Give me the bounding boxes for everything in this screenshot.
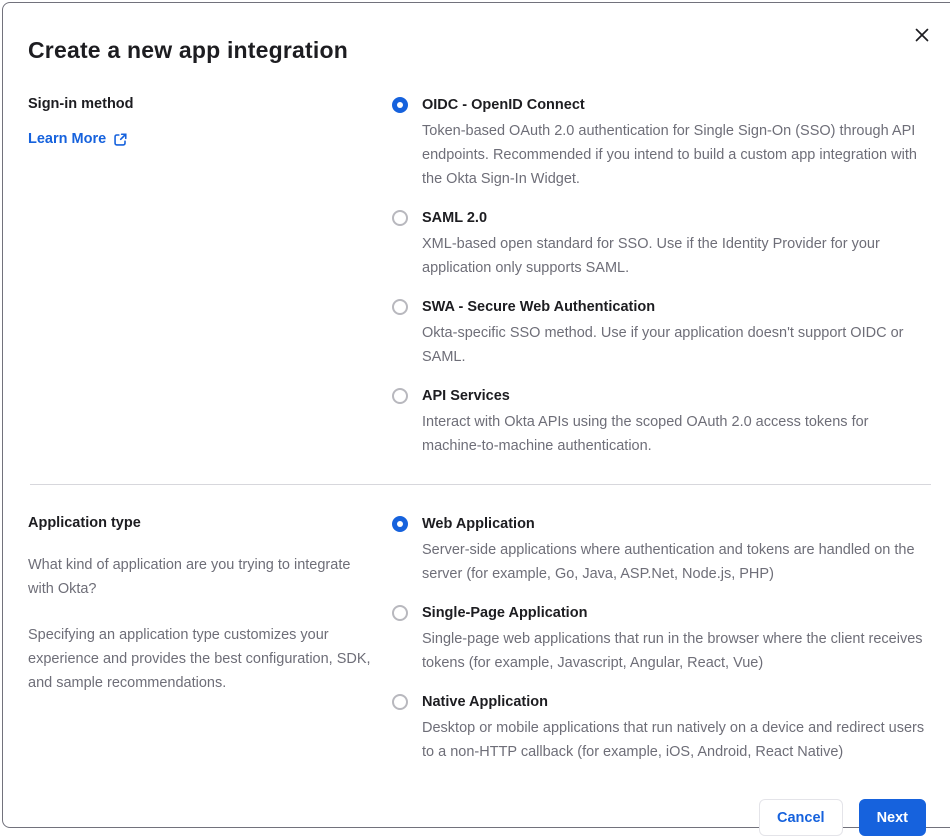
option-saml[interactable]: SAML 2.0 XML-based open standard for SSO… [392, 208, 931, 280]
radio-saml[interactable] [392, 210, 408, 226]
option-swa-description: Okta-specific SSO method. Use if your ap… [422, 325, 904, 365]
section-divider [30, 484, 931, 485]
option-saml-description: XML-based open standard for SSO. Use if … [422, 236, 880, 276]
option-api-services-description: Interact with Okta APIs using the scoped… [422, 414, 869, 454]
option-spa[interactable]: Single-Page Application Single-page web … [392, 603, 931, 675]
option-native-application[interactable]: Native Application Desktop or mobile app… [392, 692, 931, 764]
close-icon [914, 27, 930, 43]
external-link-icon [113, 132, 128, 147]
sign-in-method-section: Sign-in method Learn More OIDC - OpenID … [28, 95, 931, 458]
option-web-application[interactable]: Web Application Server-side applications… [392, 514, 931, 586]
next-button[interactable]: Next [858, 799, 926, 836]
option-spa-description: Single-page web applications that run in… [422, 631, 923, 671]
option-swa[interactable]: SWA - Secure Web Authentication Okta-spe… [392, 297, 931, 369]
cancel-button[interactable]: Cancel [759, 799, 843, 836]
radio-native-application[interactable] [392, 694, 408, 710]
dialog-footer: Cancel Next [28, 799, 931, 836]
option-oidc[interactable]: OIDC - OpenID Connect Token-based OAuth … [392, 95, 931, 191]
radio-web-application[interactable] [392, 516, 408, 532]
create-app-integration-dialog: Create a new app integration Sign-in met… [2, 2, 950, 836]
radio-api-services[interactable] [392, 388, 408, 404]
option-swa-label: SWA - Secure Web Authentication [422, 299, 656, 315]
radio-spa[interactable] [392, 605, 408, 621]
application-type-heading: Application type [28, 515, 141, 531]
option-spa-label: Single-Page Application [422, 605, 588, 621]
option-native-application-label: Native Application [422, 694, 548, 710]
application-type-explanation: Specifying an application type customize… [28, 627, 371, 691]
learn-more-label: Learn More [28, 131, 107, 147]
option-native-application-description: Desktop or mobile applications that run … [422, 720, 925, 760]
close-button[interactable] [911, 24, 933, 46]
option-web-application-label: Web Application [422, 516, 535, 532]
sign-in-method-heading: Sign-in method [28, 96, 134, 112]
option-api-services[interactable]: API Services Interact with Okta APIs usi… [392, 386, 931, 458]
option-saml-label: SAML 2.0 [422, 210, 488, 226]
application-type-question: What kind of application are you trying … [28, 557, 351, 597]
radio-swa[interactable] [392, 299, 408, 315]
application-type-section: Application type What kind of applicatio… [28, 514, 931, 764]
option-web-application-description: Server-side applications where authentic… [422, 542, 915, 582]
option-oidc-description: Token-based OAuth 2.0 authentication for… [422, 123, 917, 187]
radio-oidc[interactable] [392, 97, 408, 113]
option-oidc-label: OIDC - OpenID Connect [422, 97, 585, 113]
learn-more-link[interactable]: Learn More [28, 131, 128, 147]
dialog-title: Create a new app integration [28, 37, 348, 63]
option-api-services-label: API Services [422, 388, 510, 404]
